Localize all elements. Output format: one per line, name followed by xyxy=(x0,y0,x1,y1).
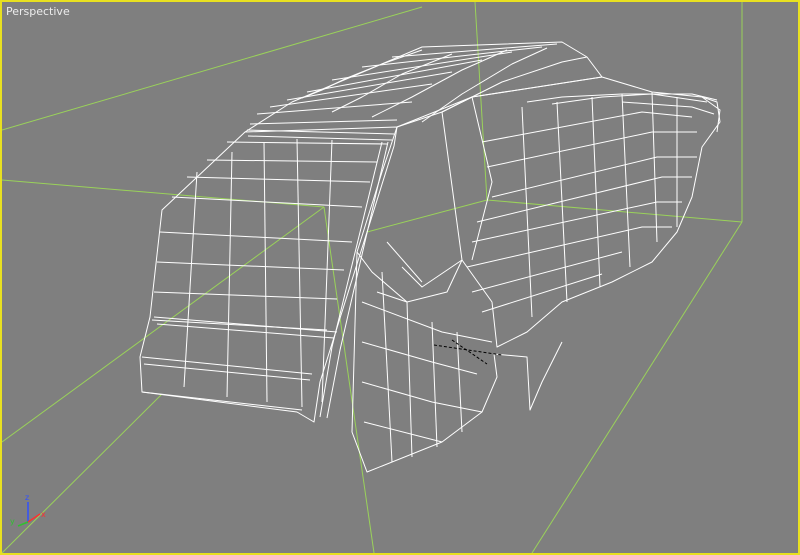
perspective-viewport[interactable]: Perspective z x y xyxy=(0,0,800,555)
z-axis-label: z xyxy=(25,493,29,502)
axis-gizmo: z x y xyxy=(10,493,46,527)
y-axis-line xyxy=(17,521,29,527)
pivot-crosshair[interactable] xyxy=(433,339,503,365)
y-axis-label: y xyxy=(10,517,15,526)
viewport-label[interactable]: Perspective xyxy=(6,5,70,18)
car-wireframe-mesh[interactable] xyxy=(139,41,721,473)
viewport-scene[interactable]: z x y xyxy=(2,2,798,553)
x-axis-label: x xyxy=(41,510,46,519)
